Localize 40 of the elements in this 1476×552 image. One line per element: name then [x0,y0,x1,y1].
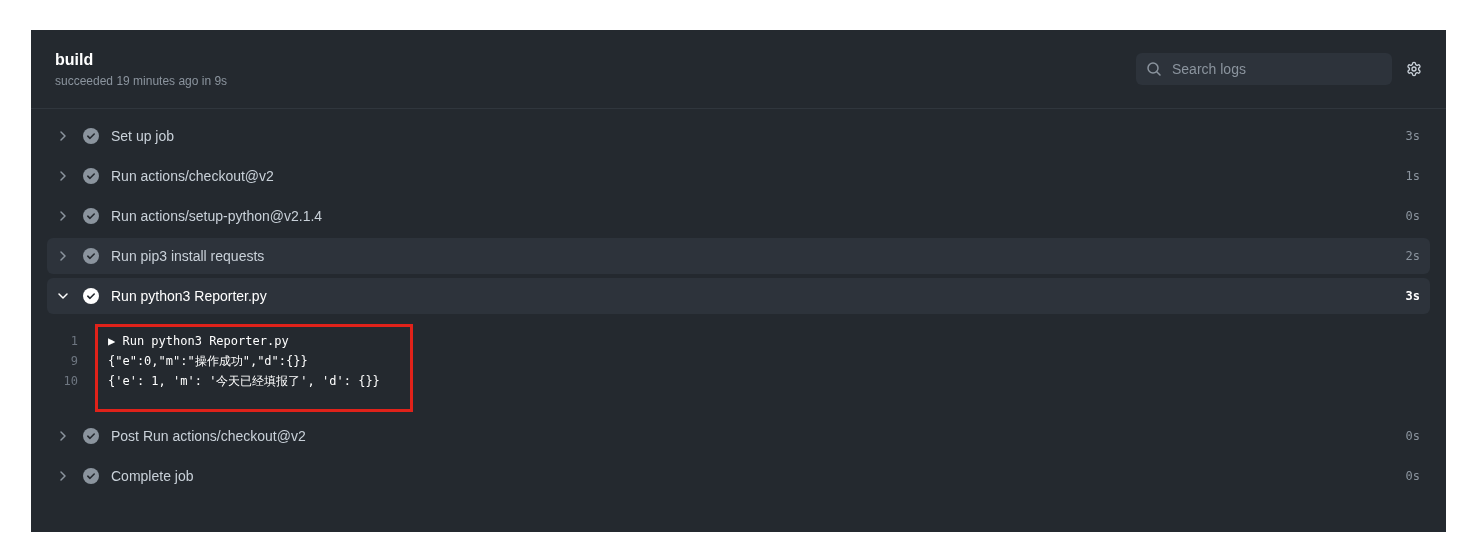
line-number: 9 [69,354,78,368]
check-circle-icon [83,468,99,484]
step-name: Post Run actions/checkout@v2 [111,428,307,444]
step-duration: 1s [1405,169,1420,183]
search-field[interactable]: Search logs [1136,53,1392,85]
step-duration: 3s [1405,289,1420,303]
search-input[interactable]: Search logs [1170,60,1382,78]
check-circle-icon [83,248,99,264]
step-name: Set up job [111,128,176,144]
line-number: 10 [62,374,78,388]
log-line: {'e': 1, 'm': '今天已经填报了', 'd': {}} [108,372,380,390]
settings-icon[interactable] [1406,61,1422,77]
step-row[interactable]: Complete job 0s [47,458,1430,494]
check-circle-icon [83,288,99,304]
check-circle-icon [83,168,99,184]
step-duration: 0s [1405,209,1420,223]
job-status: succeeded 19 minutes ago in 9s [55,73,228,88]
log-line: ▶ Run python3 Reporter.py [108,334,289,348]
check-circle-icon [83,428,99,444]
step-name: Run actions/checkout@v2 [111,168,275,184]
step-duration: 0s [1405,429,1420,443]
step-row[interactable]: Run actions/checkout@v2 1s [47,158,1430,194]
step-row[interactable]: Run python3 Reporter.py 3s [47,278,1430,314]
log-line: {"e":0,"m":"操作成功","d":{}} [108,352,308,370]
line-number: 1 [69,334,78,348]
step-duration: 0s [1405,469,1420,483]
check-circle-icon [83,208,99,224]
step-name: Run pip3 install requests [111,248,266,264]
step-name: Run actions/setup-python@v2.1.4 [111,208,324,224]
step-duration: 3s [1405,129,1420,143]
step-row[interactable]: Post Run actions/checkout@v2 0s [47,418,1430,454]
step-row[interactable]: Run actions/setup-python@v2.1.4 0s [47,198,1430,234]
step-row[interactable]: Run pip3 install requests 2s [47,238,1430,274]
step-name: Run python3 Reporter.py [111,288,268,304]
search-icon [1146,61,1162,77]
step-name: Complete job [111,468,195,484]
check-circle-icon [83,128,99,144]
step-row[interactable]: Set up job 3s [47,118,1430,154]
job-title: build [55,50,95,69]
step-duration: 2s [1405,249,1420,263]
